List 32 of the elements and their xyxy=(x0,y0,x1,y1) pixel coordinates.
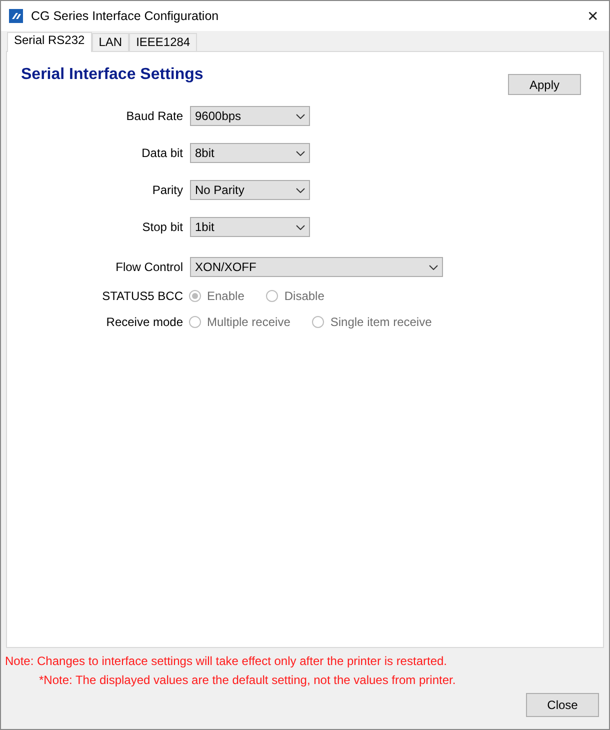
chevron-down-icon xyxy=(296,188,305,192)
chevron-down-icon xyxy=(296,224,305,230)
field-label: Baud Rate xyxy=(125,109,183,123)
field-label: Flow Control xyxy=(114,260,183,274)
field-label: Receive mode xyxy=(105,315,183,329)
field-label: Parity xyxy=(151,183,183,197)
field-label: Data bit xyxy=(140,146,183,160)
field-label: STATUS5 BCC xyxy=(101,289,183,303)
chevron-down-icon xyxy=(296,114,305,118)
dropdown[interactable]: 1bit xyxy=(190,217,310,237)
dropdown[interactable]: No Parity xyxy=(190,180,310,200)
radio-label: Disable xyxy=(284,289,324,303)
app-logo-icon xyxy=(9,9,23,23)
window-title: CG Series Interface Configuration xyxy=(31,9,220,23)
radio-label: Multiple receive xyxy=(207,315,290,329)
radio-label: Single item receive xyxy=(330,315,432,329)
dropdown[interactable]: 9600bps xyxy=(190,106,310,126)
tab[interactable]: Serial RS232 xyxy=(7,32,92,52)
close-button[interactable]: Close xyxy=(526,693,599,717)
close-icon[interactable]: ✕ xyxy=(587,8,599,24)
section-heading: Serial Interface Settings xyxy=(21,66,204,85)
note-text: *Note: The displayed values are the default setting, not the values from printer. xyxy=(38,673,457,687)
dropdown[interactable]: 8bit xyxy=(190,143,310,163)
tab[interactable]: IEEE1284 xyxy=(129,33,198,51)
note-text: Note: Changes to interface settings will take effect only after the printer is restarted. xyxy=(5,654,448,668)
tab[interactable]: LAN xyxy=(92,33,130,51)
field-label: Stop bit xyxy=(141,220,183,234)
chevron-down-icon xyxy=(296,150,305,156)
radio-label: Enable xyxy=(207,289,244,303)
apply-button[interactable]: Apply xyxy=(508,74,581,95)
chevron-down-icon xyxy=(429,264,438,270)
dropdown[interactable]: XON/XOFF xyxy=(190,257,443,277)
